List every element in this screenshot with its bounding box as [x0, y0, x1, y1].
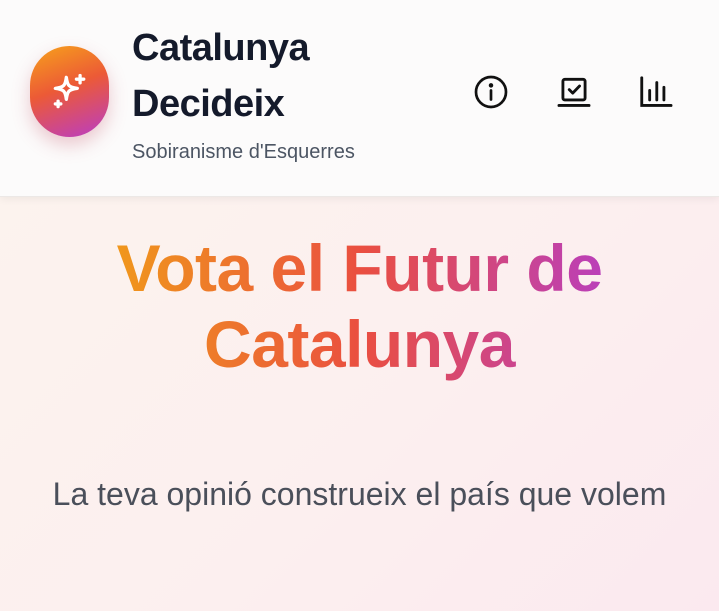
app-title: Catalunya Decideix	[132, 20, 412, 132]
app-title-line-2: Decideix	[132, 83, 285, 125]
hero-title: Vota el Futur de Catalunya	[0, 243, 719, 403]
info-button[interactable]	[471, 72, 511, 112]
vote-button[interactable]	[554, 72, 594, 112]
hero-title-line-2: Catalunya	[204, 307, 517, 381]
page: Catalunya Decideix Sobiranisme d'Esquerr…	[0, 0, 719, 611]
app-subtitle: Sobiranisme d'Esquerres	[132, 141, 355, 163]
app-logo[interactable]	[30, 46, 109, 137]
hero-title-line-1: Vota el Futur de	[117, 243, 603, 305]
app-header: Catalunya Decideix Sobiranisme d'Esquerr…	[0, 0, 719, 197]
bar-chart-icon	[640, 76, 673, 107]
app-title-line-1: Catalunya	[132, 27, 310, 69]
vote-icon	[557, 77, 591, 107]
hero-section: Vota el Futur de Catalunya La teva opini…	[0, 197, 719, 611]
info-icon	[474, 75, 508, 109]
results-button[interactable]	[636, 72, 676, 112]
hero-subtitle: La teva opinió construeix el país que vo…	[52, 476, 667, 512]
sparkles-icon	[53, 73, 85, 108]
hero-title-text: Vota el Futur de Catalunya	[117, 243, 603, 381]
